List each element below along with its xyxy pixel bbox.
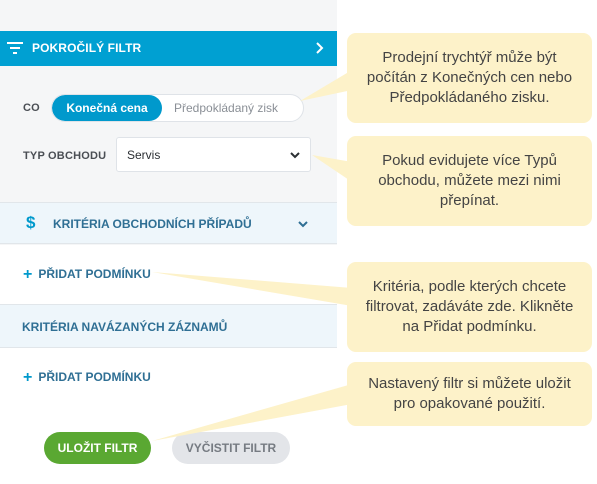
add-linked-condition-button[interactable]: + PŘIDAT PODMÍNKU: [23, 368, 151, 386]
add-condition-label: PŘIDAT PODMÍNKU: [38, 370, 151, 384]
plus-icon: +: [23, 266, 33, 283]
deal-criteria-title: KRITÉRIA OBCHODNÍCH PŘÍPADŮ: [53, 217, 252, 231]
filter-icon: [7, 42, 23, 54]
co-option-final-price[interactable]: Konečná cena: [52, 95, 162, 121]
deal-criteria-section[interactable]: $ KRITÉRIA OBCHODNÍCH PŘÍPADŮ: [0, 202, 337, 244]
clear-filter-button[interactable]: VYČISTIT FILTR: [172, 432, 290, 464]
chevron-down-icon[interactable]: [297, 219, 309, 229]
callout-funnel: Prodejní trychtýř může být počítán z Kon…: [347, 33, 592, 123]
deal-type-label: TYP OBCHODU: [23, 150, 107, 162]
callout-save: Nastavený filtr si můžete uložit pro opa…: [347, 362, 592, 426]
deal-type-select[interactable]: Servis: [116, 137, 311, 172]
co-label: CO: [23, 102, 40, 114]
add-condition-label: PŘIDAT PODMÍNKU: [38, 267, 151, 281]
co-toggle: Konečná cena Předpokládaný zisk: [51, 94, 304, 122]
filter-title: POKROČILÝ FILTR: [32, 41, 142, 55]
chevron-down-icon: [290, 152, 300, 159]
co-option-expected-profit[interactable]: Předpokládaný zisk: [162, 95, 303, 121]
save-filter-button[interactable]: ULOŽIT FILTR: [44, 432, 151, 464]
deal-type-value: Servis: [127, 148, 161, 162]
callout-criteria: Kritéria, podle kterých chcete filtrovat…: [347, 262, 592, 352]
chevron-right-icon[interactable]: [315, 40, 325, 56]
dollar-icon: $: [26, 213, 36, 232]
plus-icon: +: [23, 369, 33, 386]
linked-criteria-title: KRITÉRIA NAVÁZANÝCH ZÁZNAMŮ: [22, 320, 228, 334]
filter-header[interactable]: POKROČILÝ FILTR: [0, 31, 337, 66]
callout-deal-type: Pokud evidujete více Typů obchodu, můžet…: [347, 136, 592, 226]
add-deal-condition-button[interactable]: + PŘIDAT PODMÍNKU: [23, 265, 151, 283]
advanced-filter-panel: POKROČILÝ FILTR CO Konečná cena Předpokl…: [0, 0, 337, 484]
linked-criteria-section[interactable]: KRITÉRIA NAVÁZANÝCH ZÁZNAMŮ: [0, 304, 337, 348]
